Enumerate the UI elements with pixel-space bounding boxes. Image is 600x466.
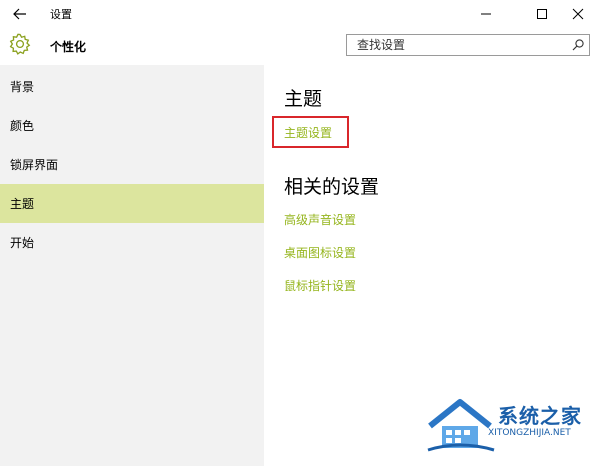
sidebar-item-label: 颜色	[10, 119, 35, 133]
sidebar-item-label: 开始	[10, 236, 35, 250]
house-logo-icon	[427, 399, 495, 452]
title-bar: 设置	[0, 0, 600, 28]
search-input[interactable]	[347, 35, 567, 55]
sidebar-item-themes[interactable]: 主题	[0, 184, 264, 223]
theme-settings-link[interactable]: 主题设置	[284, 124, 332, 141]
sidebar-item-colors[interactable]: 颜色	[0, 106, 264, 145]
close-button[interactable]	[556, 0, 600, 28]
gear-icon	[9, 33, 31, 55]
watermark: 系统之家 XITONGZHIJIA.NET	[426, 388, 600, 466]
desktop-icon-settings-link[interactable]: 桌面图标设置	[284, 244, 356, 261]
watermark-url-text: XITONGZHIJIA.NET	[488, 428, 571, 438]
back-arrow-icon	[13, 8, 26, 20]
section-title: 主题	[284, 88, 323, 110]
search-icon[interactable]	[571, 38, 585, 52]
back-button[interactable]	[0, 0, 40, 28]
related-settings-title: 相关的设置	[284, 176, 380, 198]
sidebar: 背景 颜色 锁屏界面 主题 开始	[0, 65, 264, 466]
sidebar-item-background[interactable]: 背景	[0, 67, 264, 106]
advanced-sound-settings-link[interactable]: 高级声音设置	[284, 211, 356, 228]
watermark-logo-text: 系统之家	[498, 404, 582, 428]
page-header: 个性化	[0, 28, 600, 65]
minimize-icon	[481, 13, 491, 15]
sidebar-item-start[interactable]: 开始	[0, 223, 264, 262]
sidebar-item-label: 锁屏界面	[10, 158, 59, 172]
close-icon	[572, 8, 584, 20]
search-box[interactable]	[346, 34, 590, 56]
maximize-icon	[537, 9, 547, 19]
app-title: 设置	[50, 8, 72, 21]
sidebar-item-lock-screen[interactable]: 锁屏界面	[0, 145, 264, 184]
page-title: 个性化	[50, 40, 87, 54]
sidebar-item-label: 主题	[10, 197, 35, 211]
minimize-button[interactable]	[464, 0, 508, 28]
sidebar-item-label: 背景	[10, 80, 35, 94]
mouse-pointer-settings-link[interactable]: 鼠标指针设置	[284, 277, 356, 294]
